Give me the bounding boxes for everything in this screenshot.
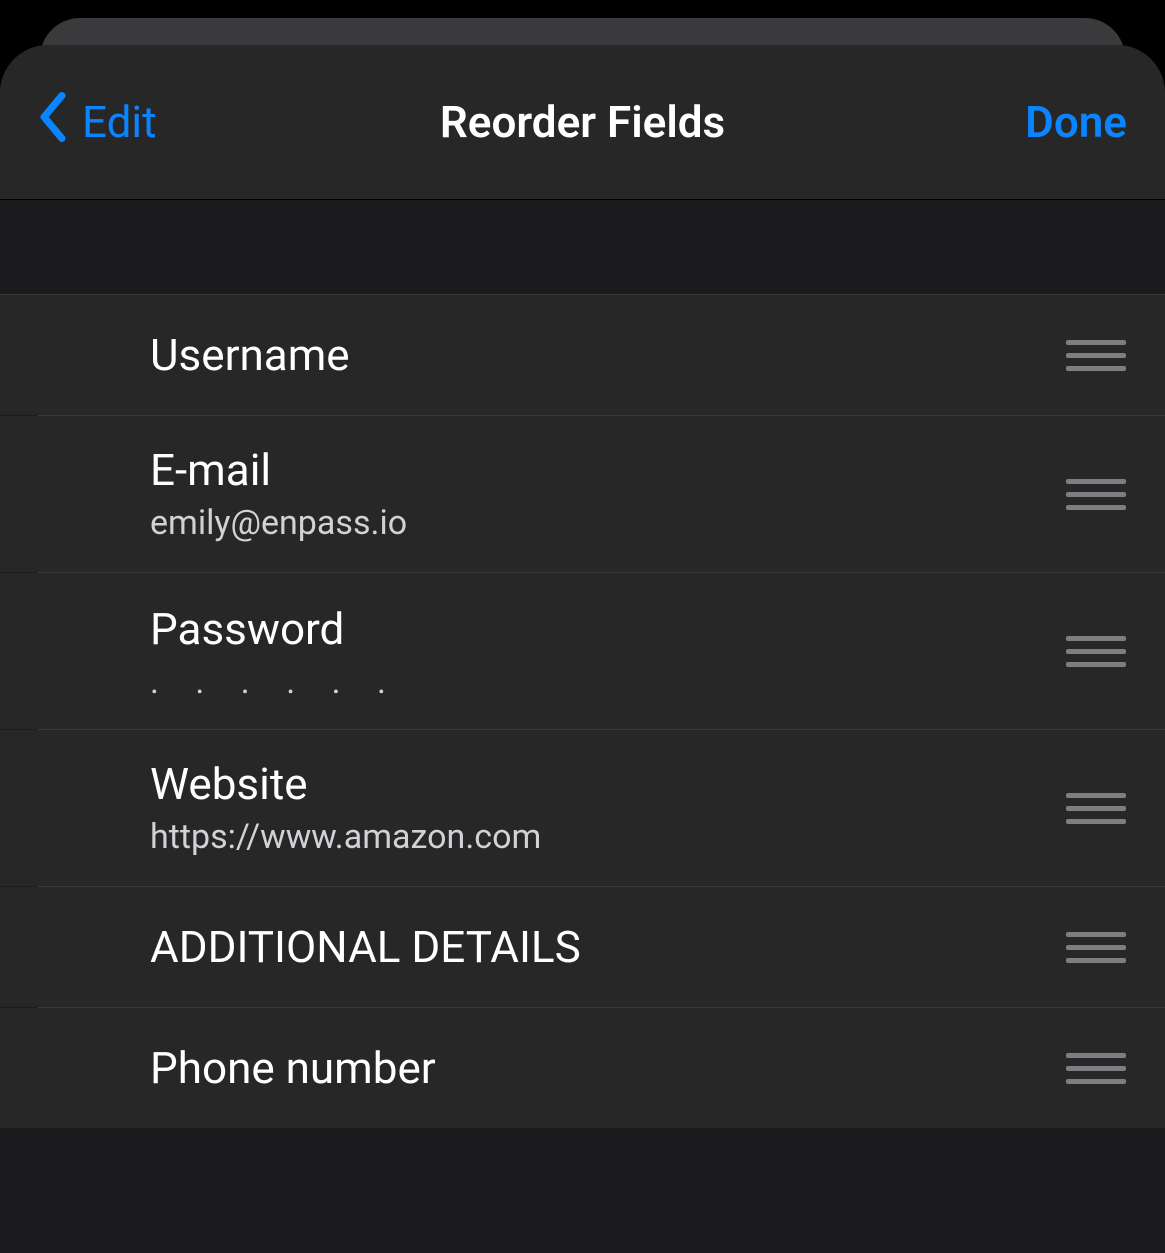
field-label: Website: [150, 758, 1065, 811]
content-area: Username E-mail emily@enpass.io Password…: [0, 200, 1165, 1253]
field-label: Phone number: [150, 1042, 1065, 1095]
back-button[interactable]: Edit: [38, 92, 157, 153]
page-title: Reorder Fields: [440, 96, 725, 148]
navigation-bar: Edit Reorder Fields Done: [0, 45, 1165, 200]
field-row-username[interactable]: Username: [0, 295, 1165, 415]
drag-handle-icon[interactable]: [1065, 932, 1127, 963]
drag-handle-icon[interactable]: [1065, 479, 1127, 510]
field-value: emily@enpass.io: [150, 503, 1065, 544]
field-row-password[interactable]: Password . . . . . .: [0, 573, 1165, 729]
field-row-phone-number[interactable]: Phone number: [0, 1008, 1165, 1128]
field-label: E-mail: [150, 444, 1065, 497]
back-button-label: Edit: [82, 96, 157, 148]
done-button-label: Done: [1025, 96, 1127, 148]
field-label: Username: [150, 329, 1065, 382]
drag-handle-icon[interactable]: [1065, 636, 1127, 667]
drag-handle-icon[interactable]: [1065, 793, 1127, 824]
drag-handle-icon[interactable]: [1065, 340, 1127, 371]
field-row-email[interactable]: E-mail emily@enpass.io: [0, 416, 1165, 572]
field-label: Password: [150, 603, 1065, 656]
field-row-website[interactable]: Website https://www.amazon.com: [0, 730, 1165, 886]
field-row-additional-details[interactable]: ADDITIONAL DETAILS: [0, 887, 1165, 1007]
done-button[interactable]: Done: [1025, 96, 1127, 148]
field-label: ADDITIONAL DETAILS: [150, 921, 1065, 974]
modal-sheet: Edit Reorder Fields Done Username E-mail…: [0, 45, 1165, 1253]
field-value-masked: . . . . . .: [150, 661, 1065, 699]
drag-handle-icon[interactable]: [1065, 1053, 1127, 1084]
chevron-left-icon: [38, 92, 68, 153]
section-spacer: [0, 200, 1165, 295]
field-value: https://www.amazon.com: [150, 817, 1065, 858]
